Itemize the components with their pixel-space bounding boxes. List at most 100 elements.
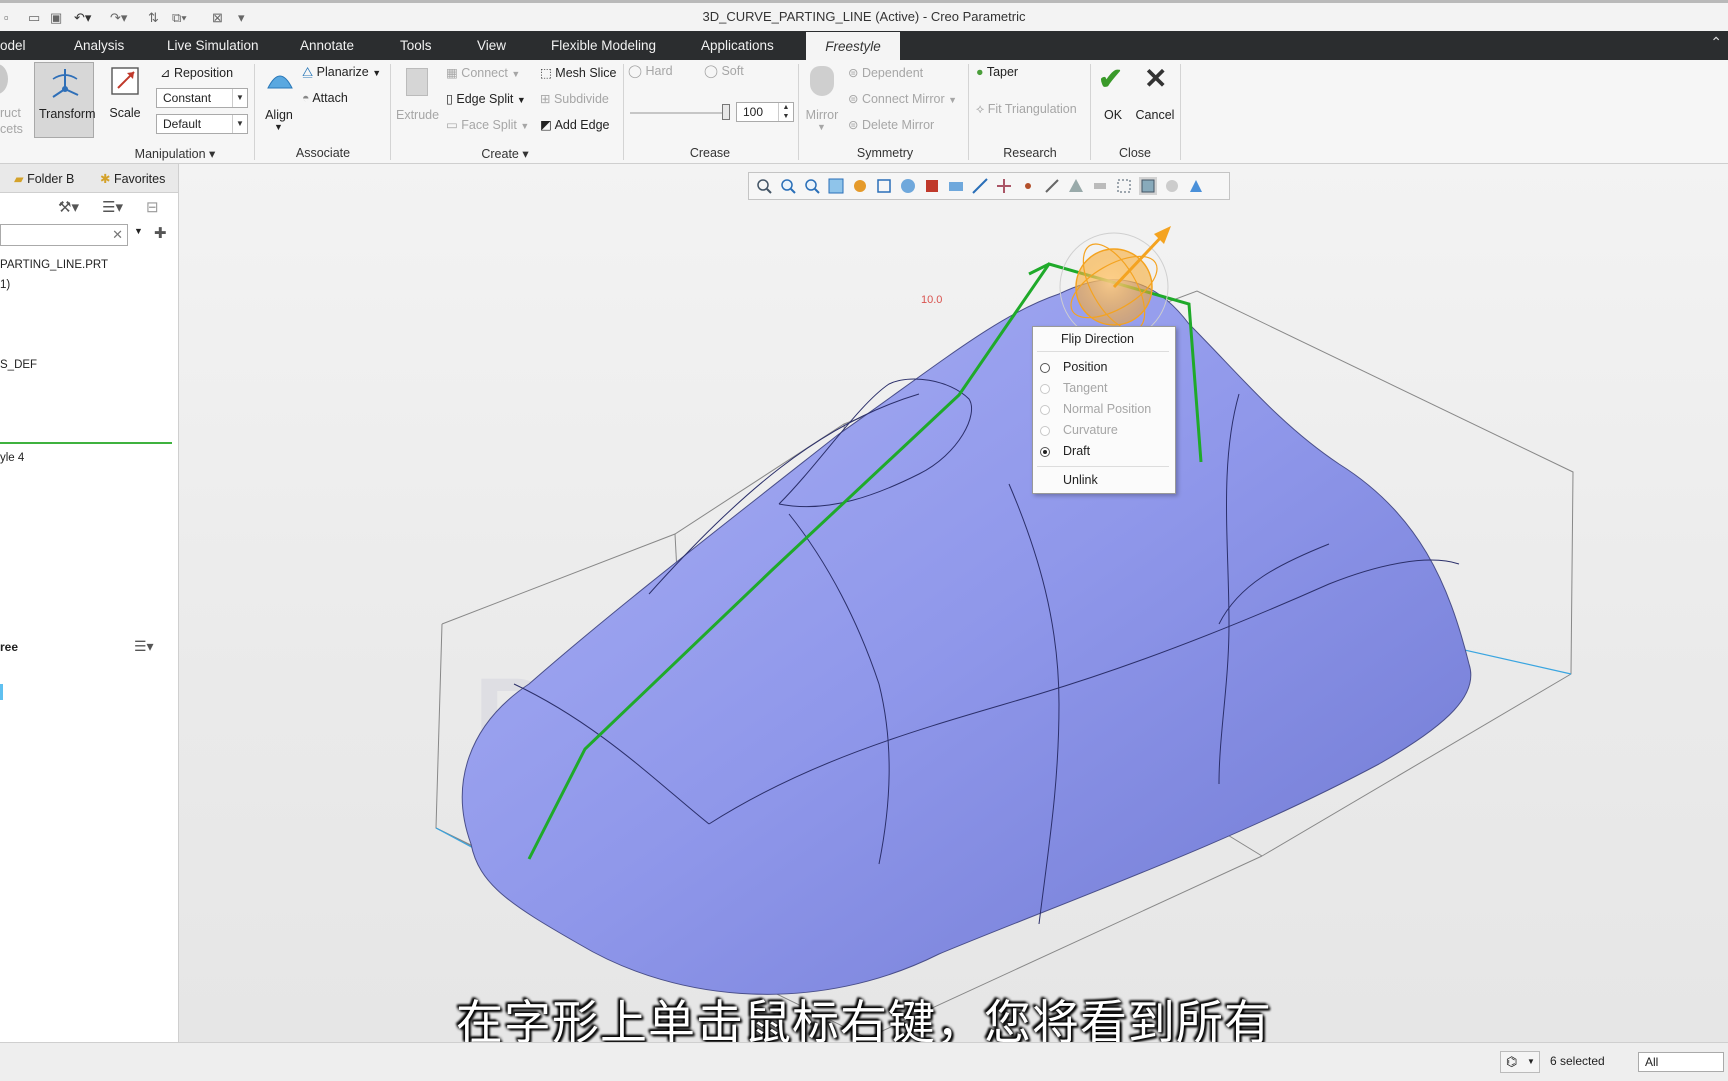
extrude-button[interactable]: Extrude: [396, 62, 439, 138]
menu-item-position[interactable]: Position: [1063, 360, 1107, 374]
connect-mirror-button[interactable]: ⊜ Connect Mirror ▼: [848, 91, 957, 106]
tab-freestyle[interactable]: Freestyle: [806, 32, 900, 60]
tab-analysis[interactable]: Analysis: [74, 31, 124, 60]
menu-item-draft[interactable]: Draft: [1063, 444, 1090, 458]
transform-button[interactable]: Transform: [34, 62, 96, 138]
menu-item-flip-direction[interactable]: Flip Direction: [1061, 332, 1134, 346]
subdivide-button[interactable]: ⊞ Subdivide: [540, 91, 609, 106]
tab-tools[interactable]: Tools: [400, 31, 432, 60]
separator: [1090, 64, 1091, 160]
constant-value: Constant: [163, 91, 212, 105]
delete-mirror-button[interactable]: ⊜ Delete Mirror: [848, 117, 934, 132]
mesh-slice-icon: ⬚: [540, 66, 556, 80]
add-edge-label: Add Edge: [554, 118, 610, 132]
tab-applications[interactable]: Applications: [701, 31, 774, 60]
attach-icon: ◓: [302, 91, 313, 105]
planarize-icon: ⧋: [302, 65, 317, 79]
tree-columns-icon[interactable]: ⊟: [146, 198, 159, 216]
add-edge-icon: ◩: [540, 118, 555, 132]
tab-flexible-modeling[interactable]: Flexible Modeling: [551, 31, 656, 60]
soft-radio[interactable]: ◯ Soft: [704, 63, 744, 78]
crease-slider-handle[interactable]: [722, 104, 730, 120]
group-symmetry: Symmetry: [856, 146, 914, 160]
tab-folder-browser[interactable]: ▰ Folder B: [14, 171, 74, 186]
separator: [968, 64, 969, 160]
panel-tabs: ▰ Folder B ✱ Favorites: [0, 164, 178, 193]
taper-button[interactable]: ● Taper: [976, 65, 1018, 79]
planarize-button[interactable]: ⧋ Planarize ▼: [302, 65, 381, 80]
constant-combo[interactable]: Constant ▼: [156, 88, 248, 108]
graphics-viewport[interactable]: PTC CHINA: [179, 164, 1728, 1042]
section-menu-icon[interactable]: ☰▾: [134, 638, 154, 655]
face-split-icon: ▭: [446, 118, 462, 132]
tab-model[interactable]: odel: [0, 31, 26, 60]
mirror-button[interactable]: Mirror ▼: [802, 62, 842, 138]
crease-value-spinner[interactable]: 100 ▲ ▼: [736, 102, 794, 122]
close-icon: ✕: [1144, 63, 1168, 94]
create-label: Create: [481, 147, 519, 161]
model-view[interactable]: 10.0: [179, 164, 1728, 1042]
tab-annotate[interactable]: Annotate: [300, 31, 354, 60]
cancel-button[interactable]: ✕ Cancel: [1134, 62, 1176, 138]
selection-filter-combo[interactable]: All: [1638, 1052, 1724, 1072]
connect-icon: ▦: [446, 66, 462, 80]
tab-live-simulation[interactable]: Live Simulation: [167, 31, 259, 60]
menu-item-tangent[interactable]: Tangent: [1063, 381, 1107, 395]
menu-item-unlink[interactable]: Unlink: [1063, 473, 1098, 487]
menu-item-curvature[interactable]: Curvature: [1063, 423, 1118, 437]
smart-filter-button[interactable]: ⌬ ▼: [1500, 1051, 1540, 1073]
draft-radio[interactable]: [1040, 447, 1050, 457]
clear-icon[interactable]: ✕: [112, 227, 123, 243]
tab-favorites[interactable]: ✱ Favorites: [100, 171, 165, 186]
chevron-down-icon: ▼: [511, 69, 521, 79]
add-edge-button[interactable]: ◩ Add Edge: [540, 117, 610, 132]
attach-button[interactable]: ◓ Attach: [302, 91, 348, 105]
default-combo[interactable]: Default ▼: [156, 114, 248, 134]
hard-label: Hard: [645, 64, 673, 78]
curvature-radio[interactable]: [1040, 426, 1050, 436]
connect-button[interactable]: ▦ Connect ▼: [446, 65, 520, 80]
tab-view[interactable]: View: [477, 31, 506, 60]
tree-item[interactable]: 1): [0, 279, 10, 291]
ok-button[interactable]: ✔ OK: [1094, 62, 1132, 138]
mesh-slice-button[interactable]: ⬚ Mesh Slice: [540, 65, 616, 80]
connect-label: Connect: [461, 66, 508, 80]
connect-mirror-icon: ⊜: [848, 92, 862, 106]
align-button[interactable]: Align ▼: [260, 62, 298, 138]
tree-search-input[interactable]: ✕: [0, 224, 128, 246]
scale-button[interactable]: Scale: [102, 62, 148, 138]
chevron-down-icon[interactable]: ▼: [134, 226, 143, 236]
dependent-button[interactable]: ⊜ Dependent: [848, 65, 923, 80]
delete-mirror-icon: ⊜: [848, 118, 862, 132]
construct-label[interactable]: ruct: [0, 106, 21, 120]
dimension-label[interactable]: 10.0: [921, 294, 942, 306]
tangent-radio[interactable]: [1040, 384, 1050, 394]
group-create[interactable]: Create ▾: [430, 146, 580, 161]
tree-filter-icon[interactable]: ☰▾: [102, 198, 123, 216]
crease-slider-track[interactable]: [630, 112, 730, 114]
extrude-icon: [406, 68, 428, 96]
chevron-down-icon: ▼: [817, 122, 826, 132]
tree-settings-icon[interactable]: ⚒▾: [58, 198, 79, 216]
chevron-down-icon: ▼: [372, 68, 382, 78]
align-label: Align: [265, 108, 293, 122]
fit-triangulation-button[interactable]: ⟡ Fit Triangulation: [976, 102, 1077, 117]
face-split-button[interactable]: ▭ Face Split ▼: [446, 117, 529, 132]
soft-label: Soft: [721, 64, 744, 78]
menu-item-normal-position[interactable]: Normal Position: [1063, 402, 1151, 416]
minimize-ribbon-icon[interactable]: ⌃: [1710, 34, 1722, 51]
edge-split-button[interactable]: ▯ Edge Split ▼: [446, 91, 526, 106]
reposition-button[interactable]: ⊿ Reposition: [160, 65, 233, 80]
tree-item[interactable]: yle 4: [0, 452, 24, 464]
normal-position-radio[interactable]: [1040, 405, 1050, 415]
status-bar: ⌬ ▼ 6 selected All: [0, 1042, 1728, 1081]
hard-radio[interactable]: ◯ Hard: [628, 63, 673, 78]
position-radio[interactable]: [1040, 363, 1050, 373]
tree-item[interactable]: PARTING_LINE.PRT: [0, 259, 108, 271]
freestyle-surface[interactable]: [461, 279, 1472, 995]
insert-indicator[interactable]: [0, 442, 172, 444]
add-icon[interactable]: ✚: [154, 224, 167, 242]
group-manipulation[interactable]: Manipulation ▾: [90, 146, 260, 161]
tree-item[interactable]: S_DEF: [0, 359, 37, 371]
chevron-down-icon: ▼: [516, 95, 526, 105]
